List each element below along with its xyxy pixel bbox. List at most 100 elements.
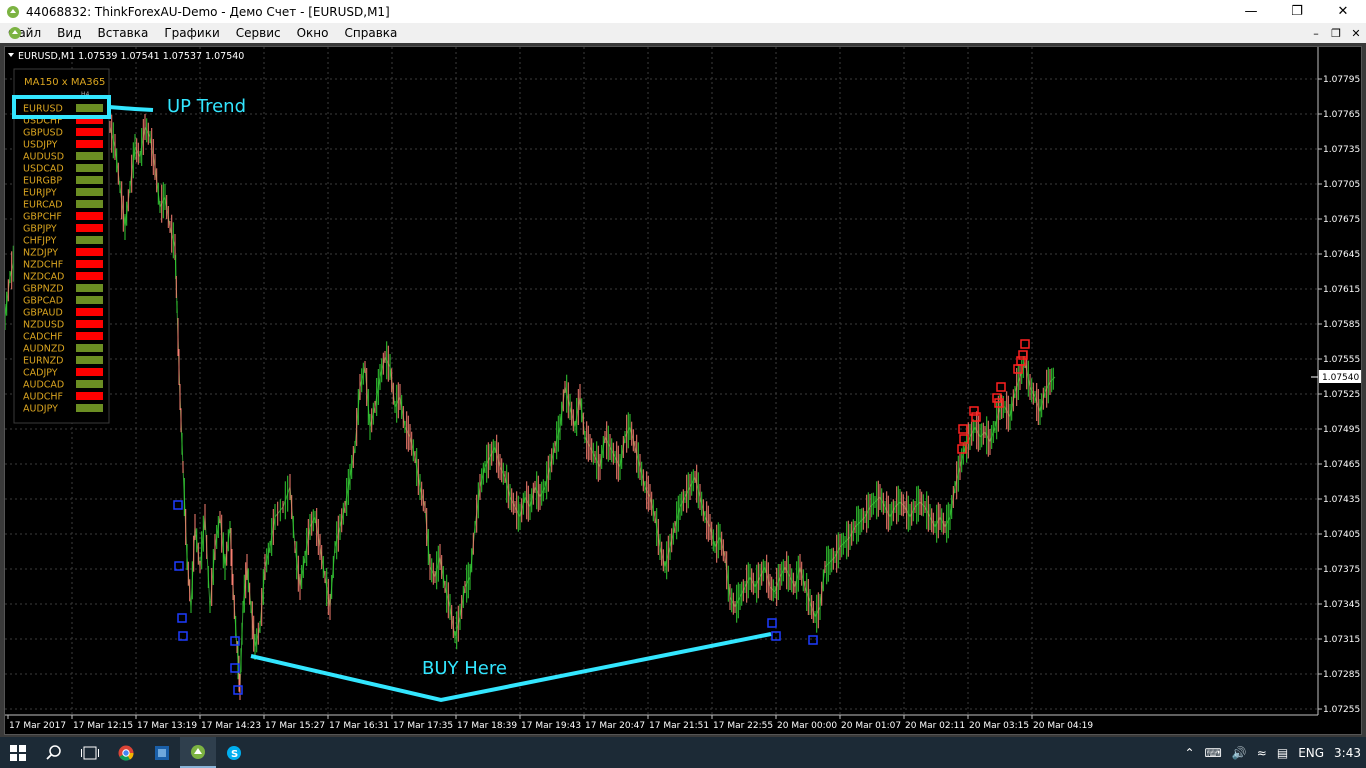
language-indicator[interactable]: ENG	[1293, 746, 1329, 760]
sell-signal-marker	[996, 382, 1006, 392]
price-tick-label: 1.07345	[1323, 600, 1360, 610]
indicator-pair-name: GBPCAD	[23, 296, 63, 307]
taskbar-metaeditor[interactable]	[144, 737, 180, 768]
indicator-trend-bar	[76, 404, 103, 412]
up-trend-arrow	[108, 105, 154, 112]
chart-header-arrow-icon[interactable]	[8, 53, 14, 57]
search-button[interactable]	[36, 737, 72, 768]
time-tick-label: 20 Mar 02:11	[905, 721, 965, 731]
close-button[interactable]: ✕	[1320, 0, 1366, 23]
taskbar-chrome[interactable]	[108, 737, 144, 768]
indicator-pair-name: CHFJPY	[23, 236, 57, 247]
buy-signal-marker	[233, 685, 243, 695]
mdi-controls: – ❐ ✕	[1306, 25, 1366, 41]
indicator-pair-name: EURGBP	[23, 176, 62, 187]
taskbar: S ⌃ ⌨ 🔊 ≈ ▤ ENG 3:43	[0, 737, 1366, 768]
price-tick-label: 1.07705	[1323, 180, 1360, 190]
indicator-trend-bar	[76, 212, 103, 220]
mdi-restore-button[interactable]: ❐	[1326, 25, 1346, 41]
price-tick-label: 1.07735	[1323, 145, 1360, 155]
menu-view[interactable]: Вид	[49, 23, 89, 43]
indicator-panel: MA150 x MA365 H4 EURUSDUSDCHFGBPUSDUSDJP…	[12, 68, 111, 424]
time-tick-label: 17 Mar 12:15	[73, 721, 133, 731]
indicator-pair-name: NZDCHF	[23, 260, 63, 271]
show-hidden-icons-icon[interactable]: ⌃	[1179, 746, 1199, 760]
indicator-trend-bar	[76, 140, 103, 148]
app-icon	[7, 5, 19, 18]
price-tick-label: 1.07495	[1323, 425, 1360, 435]
chrome-icon	[118, 745, 134, 761]
indicator-pair-name: CADCHF	[23, 332, 63, 343]
menu-insert[interactable]: Вставка	[89, 23, 156, 43]
price-series	[4, 94, 1056, 700]
chart-window[interactable]: 1.07795 1.07765 1.07735 1.07705 1.07675 1.076…	[4, 46, 1362, 735]
indicator-pair-name: AUDCHF	[23, 392, 63, 403]
price-chart[interactable]: 1.07795 1.07765 1.07735 1.07705 1.07675 1.076…	[4, 47, 1361, 734]
chart-grid	[5, 47, 1318, 715]
time-tick-label: 17 Mar 16:31	[329, 721, 389, 731]
time-tick-label: 17 Mar 22:55	[713, 721, 773, 731]
taskbar-metatrader[interactable]	[180, 737, 216, 768]
indicator-trend-bar	[76, 248, 103, 256]
time-tick-label: 20 Mar 03:15	[969, 721, 1029, 731]
minimize-button[interactable]: —	[1228, 0, 1274, 23]
menu-charts[interactable]: Графики	[156, 23, 227, 43]
buy-here-line	[250, 632, 772, 703]
chart-document-icon[interactable]	[8, 26, 22, 40]
price-axis: 1.07795 1.07765 1.07735 1.07705 1.07675 1.076…	[1318, 75, 1360, 715]
price-tick-label: 1.07555	[1323, 355, 1360, 365]
price-tick-label: 1.07285	[1323, 670, 1360, 680]
mdi-close-button[interactable]: ✕	[1346, 25, 1366, 41]
time-tick-label: 17 Mar 17:35	[393, 721, 453, 731]
signal-markers	[173, 339, 1030, 695]
price-tick-label: 1.07405	[1323, 530, 1360, 540]
time-tick-label: 17 Mar 2017	[9, 721, 66, 731]
indicator-pair-name: USDCAD	[23, 164, 64, 175]
time-tick-label: 17 Mar 20:47	[585, 721, 645, 731]
indicator-trend-bar	[76, 368, 103, 376]
taskbar-skype[interactable]: S	[216, 737, 252, 768]
indicator-pair-name: EURUSD	[23, 104, 63, 115]
indicator-trend-bar	[76, 272, 103, 280]
indicator-title: MA150 x MA365	[24, 77, 105, 88]
wifi-icon[interactable]: ≈	[1252, 746, 1272, 760]
indicator-trend-bar	[76, 296, 103, 304]
menu-help[interactable]: Справка	[337, 23, 406, 43]
keyboard-icon[interactable]: ⌨	[1200, 746, 1227, 760]
menu-tools[interactable]: Сервис	[228, 23, 289, 43]
task-view-button[interactable]	[72, 737, 108, 768]
mdi-minimize-button[interactable]: –	[1306, 25, 1326, 41]
indicator-trend-bar	[76, 356, 103, 364]
time-tick-label: 20 Mar 00:00	[777, 721, 837, 731]
indicator-trend-bar	[76, 392, 103, 400]
indicator-pair-name: AUDJPY	[23, 404, 58, 415]
indicator-pair-name: NZDJPY	[23, 248, 58, 259]
price-tick-label: 1.07435	[1323, 495, 1360, 505]
price-tick-label: 1.07525	[1323, 390, 1360, 400]
buy-here-label: BUY Here	[422, 658, 507, 679]
clock[interactable]: 3:43	[1329, 746, 1366, 760]
price-tick-label: 1.07765	[1323, 110, 1360, 120]
indicator-pair-name: GBPAUD	[23, 308, 63, 319]
price-line	[4, 112, 1056, 688]
time-tick-label: 17 Mar 19:43	[521, 721, 581, 731]
windows-logo-icon	[10, 744, 26, 761]
indicator-pair-name: GBPJPY	[23, 224, 57, 235]
indicator-trend-bar	[76, 380, 103, 388]
task-view-icon	[81, 746, 99, 759]
time-tick-label: 20 Mar 04:19	[1033, 721, 1093, 731]
time-tick-label: 17 Mar 14:23	[201, 721, 261, 731]
restore-button[interactable]: ❐	[1274, 0, 1320, 23]
price-tick-label: 1.07615	[1323, 285, 1360, 295]
indicator-trend-bar	[76, 224, 103, 232]
time-axis: 17 Mar 2017 17 Mar 12:15 17 Mar 13:19 17 Ma…	[7, 715, 1093, 731]
buy-signal-marker	[808, 635, 818, 645]
chart-header: EURUSD,M1 1.07539 1.07541 1.07537 1.0754…	[18, 51, 244, 62]
menu-window[interactable]: Окно	[289, 23, 337, 43]
price-tick-label: 1.07375	[1323, 565, 1360, 575]
start-button[interactable]	[0, 737, 36, 768]
indicator-trend-bar	[76, 320, 103, 328]
notifications-icon[interactable]: ▤	[1272, 746, 1293, 760]
volume-icon[interactable]: 🔊	[1227, 746, 1252, 760]
indicator-pair-name: USDJPY	[23, 140, 58, 151]
